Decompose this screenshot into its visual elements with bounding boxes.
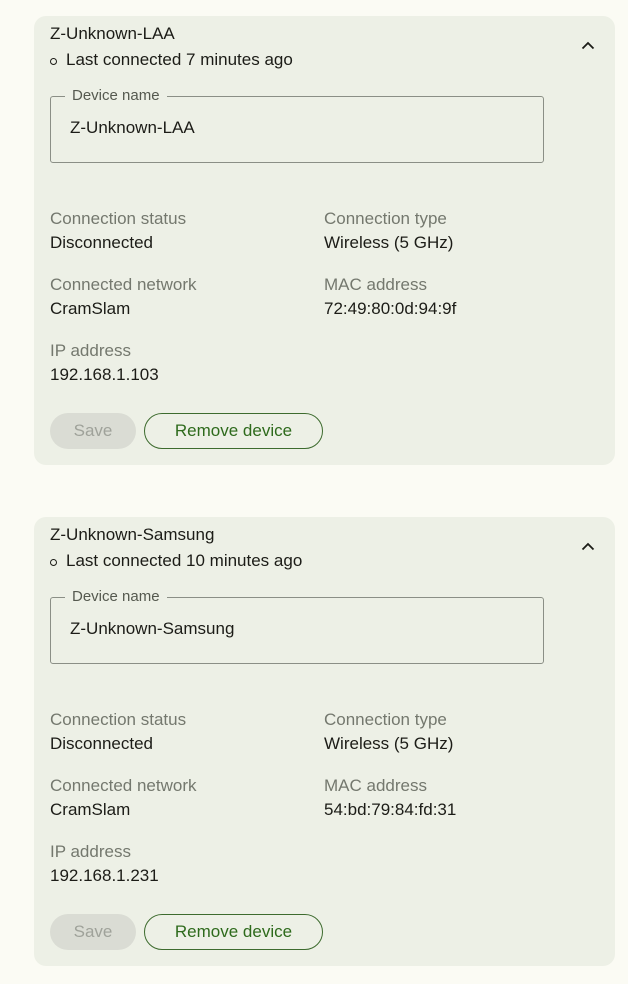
- connected-network-value: CramSlam: [50, 800, 131, 819]
- ip-address: IP address 192.168.1.231: [50, 842, 159, 886]
- device-card: Z-Unknown-Samsung Last connected 10 minu…: [34, 517, 615, 966]
- connected-network: Connected network CramSlam: [50, 275, 196, 319]
- device-name-label: Device name: [65, 588, 167, 606]
- connected-network: Connected network CramSlam: [50, 776, 196, 820]
- last-connected: Last connected 7 minutes ago: [50, 50, 293, 70]
- chevron-up-icon: [581, 41, 595, 49]
- status-dot-icon: [50, 558, 57, 566]
- connected-network-value: CramSlam: [50, 299, 131, 318]
- last-connected-text: Last connected 7 minutes ago: [66, 50, 293, 69]
- connection-status: Connection status Disconnected: [50, 209, 186, 253]
- connection-status-label: Connection status: [50, 209, 187, 228]
- device-title: Z-Unknown-LAA: [50, 24, 175, 43]
- mac-address-value: 54:bd:79:84:fd:31: [324, 800, 457, 819]
- ip-address-value: 192.168.1.231: [50, 866, 159, 885]
- collapse-button[interactable]: [577, 535, 599, 557]
- connection-status-label: Connection status: [50, 710, 187, 729]
- remove-device-button[interactable]: Remove device: [144, 914, 323, 950]
- device-name-label: Device name: [65, 87, 167, 105]
- mac-address-value: 72:49:80:0d:94:9f: [324, 299, 457, 318]
- connected-network-label: Connected network: [50, 776, 197, 795]
- status-dot-icon: [50, 57, 57, 65]
- ip-address-label: IP address: [50, 341, 131, 360]
- connection-type-value: Wireless (5 GHz): [324, 233, 454, 252]
- device-name-input[interactable]: [70, 118, 530, 138]
- mac-address: MAC address 72:49:80:0d:94:9f: [324, 275, 456, 319]
- ip-address-value: 192.168.1.103: [50, 365, 159, 384]
- last-connected: Last connected 10 minutes ago: [50, 551, 302, 571]
- mac-address-label: MAC address: [324, 776, 427, 795]
- connection-status-value: Disconnected: [50, 233, 154, 252]
- save-button[interactable]: Save: [50, 914, 136, 950]
- device-name-field: Device name: [50, 87, 544, 163]
- remove-device-button[interactable]: Remove device: [144, 413, 323, 449]
- connection-status: Connection status Disconnected: [50, 710, 186, 754]
- device-title: Z-Unknown-Samsung: [50, 525, 215, 544]
- save-button[interactable]: Save: [50, 413, 136, 449]
- connection-type-label: Connection type: [324, 209, 447, 228]
- device-name-field: Device name: [50, 588, 544, 664]
- connected-network-label: Connected network: [50, 275, 197, 294]
- device-name-input[interactable]: [70, 619, 530, 639]
- mac-address: MAC address 54:bd:79:84:fd:31: [324, 776, 456, 820]
- ip-address-label: IP address: [50, 842, 131, 861]
- last-connected-text: Last connected 10 minutes ago: [66, 551, 303, 570]
- collapse-button[interactable]: [577, 34, 599, 56]
- connection-status-value: Disconnected: [50, 734, 154, 753]
- connection-type: Connection type Wireless (5 GHz): [324, 710, 453, 754]
- connection-type-label: Connection type: [324, 710, 447, 729]
- chevron-up-icon: [581, 542, 595, 550]
- connection-type: Connection type Wireless (5 GHz): [324, 209, 453, 253]
- device-card: Z-Unknown-LAA Last connected 7 minutes a…: [34, 16, 615, 465]
- mac-address-label: MAC address: [324, 275, 427, 294]
- device-list: Z-Unknown-LAA Last connected 7 minutes a…: [0, 0, 628, 984]
- connection-type-value: Wireless (5 GHz): [324, 734, 454, 753]
- ip-address: IP address 192.168.1.103: [50, 341, 159, 385]
